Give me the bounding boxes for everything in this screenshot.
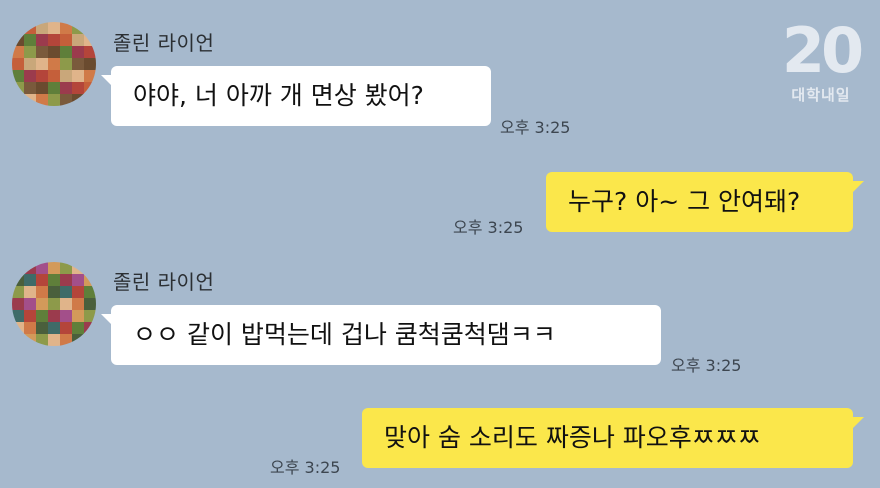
sender-name: 졸린 라이언: [113, 270, 215, 294]
avatar[interactable]: [12, 262, 96, 346]
watermark-text: 대학내일: [791, 86, 851, 104]
message-time: 오후 3:25: [453, 218, 524, 237]
message-time: 오후 3:25: [671, 356, 742, 375]
message-bubble[interactable]: 야야, 너 아까 개 면상 봤어?: [101, 66, 491, 126]
message-bubble[interactable]: ㅇㅇ 같이 밥먹는데 겁나 쿰척쿰척댐ㅋㅋ: [101, 305, 661, 365]
avatar[interactable]: [12, 22, 96, 106]
watermark-number: 20: [781, 14, 864, 87]
message-time: 오후 3:25: [500, 118, 571, 137]
message-time: 오후 3:25: [270, 458, 341, 477]
sender-name: 졸린 라이언: [113, 31, 215, 55]
message-bubble[interactable]: 맞아 숨 소리도 짜증나 파오후ㅉㅉㅉ: [362, 408, 864, 468]
message-bubble[interactable]: 누구? 아~ 그 안여돼?: [546, 172, 864, 232]
brand-watermark: 20 대학내일: [778, 16, 864, 116]
